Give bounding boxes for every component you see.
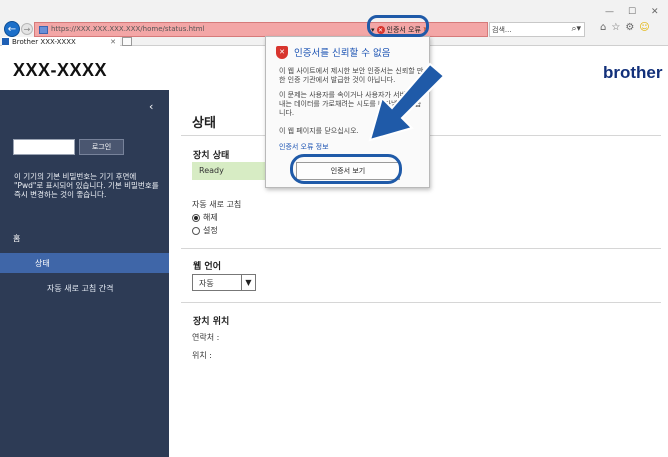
cert-title: 인증서를 신뢰할 수 없음 [294, 48, 391, 59]
search-icon[interactable]: ⌕▾ [571, 24, 581, 34]
maximize-icon[interactable]: ☐ [628, 7, 636, 17]
tab-close-icon[interactable]: ✕ [110, 38, 116, 46]
cert-text-close: 이 웹 페이지를 닫으십시오. [279, 127, 359, 135]
location-label: 위치 : [192, 351, 212, 360]
sidebar-item-status-label: 상태 [35, 259, 50, 268]
url-text: https://XXX.XXX.XXX.XXX/home/status.html [51, 25, 205, 33]
model-title: XXX-XXXX [13, 60, 108, 80]
chevron-down-icon: ▼ [241, 275, 255, 290]
smiley-icon[interactable]: ☺ [639, 22, 649, 33]
back-arrow-icon[interactable]: ← [4, 21, 20, 37]
status-value: Ready [199, 166, 224, 175]
gear-icon[interactable]: ⚙ [625, 22, 634, 33]
language-value: 자동 [199, 279, 214, 288]
radio-off-indicator[interactable] [192, 213, 200, 222]
brother-logo: brother [603, 63, 663, 82]
shield-x-icon: ✕ [276, 45, 288, 59]
sidebar: ‹ 로그인 이 기기의 기본 비밀번호는 기기 후면에 "Pwd"로 표시되어 … [0, 90, 169, 457]
chevron-left-icon[interactable]: ‹ [149, 100, 153, 113]
contact-label: 연락처 : [192, 333, 220, 342]
cert-text-untrusted: 이 웹 사이트에서 제시한 보안 인증서는 신뢰할 만한 인증 기관에서 발급한… [279, 67, 424, 84]
web-language-title: 웹 언어 [193, 262, 221, 272]
close-icon[interactable]: ✕ [651, 7, 659, 17]
star-icon[interactable]: ☆ [611, 22, 620, 33]
radio-on-label: 설정 [203, 226, 218, 235]
new-tab-button[interactable] [122, 37, 132, 46]
page-icon [39, 26, 48, 34]
sidebar-item-auto-refresh[interactable]: 자동 새로 고침 간격 [47, 283, 114, 294]
forward-arrow-icon[interactable]: → [21, 23, 33, 35]
page-title: 상태 [192, 116, 216, 131]
divider [181, 302, 661, 303]
radio-off-label: 해제 [203, 213, 218, 222]
search-input[interactable]: 검색... ⌕▾ [489, 22, 585, 37]
device-status-title: 장치 상태 [193, 151, 230, 161]
radio-off[interactable]: 해제 [192, 212, 218, 223]
browser-tab[interactable]: Brother XXX-XXXX ✕ [2, 37, 120, 46]
favicon-icon [2, 38, 9, 45]
callout-view-certificate [290, 154, 402, 184]
home-icon[interactable]: ⌂ [600, 22, 606, 33]
cert-error-info-link[interactable]: 인증서 오류 정보 [279, 142, 329, 152]
sidebar-item-home[interactable]: 홈 [13, 233, 20, 244]
auto-refresh-label: 자동 새로 고침 [192, 200, 242, 209]
login-button[interactable]: 로그인 [79, 139, 124, 155]
minimize-icon[interactable]: — [605, 7, 614, 17]
status-badge: Ready [192, 162, 270, 180]
language-select[interactable]: 자동 ▼ [192, 274, 256, 291]
sidebar-item-status[interactable]: 상태 [0, 253, 169, 273]
divider [181, 248, 661, 249]
search-placeholder: 검색... [492, 26, 512, 34]
tab-title: Brother XXX-XXXX [12, 37, 76, 46]
radio-on[interactable]: 설정 [192, 225, 218, 236]
password-notice: 이 기기의 기본 비밀번호는 기기 후면에 "Pwd"로 표시되어 있습니다. … [14, 172, 159, 199]
callout-cert-error [367, 15, 429, 37]
cert-text-warning: 이 문제는 사용자를 속이거나 사용자가 서버로 보내는 데이터를 가로채려는 … [279, 91, 422, 117]
toolbar-icons: ⌂ ☆ ⚙ ☺ [600, 22, 650, 33]
radio-on-indicator[interactable] [192, 226, 200, 235]
cert-title-row: ✕ 인증서를 신뢰할 수 없음 [276, 45, 390, 59]
device-location-title: 장치 위치 [193, 317, 230, 327]
password-input[interactable] [13, 139, 75, 155]
